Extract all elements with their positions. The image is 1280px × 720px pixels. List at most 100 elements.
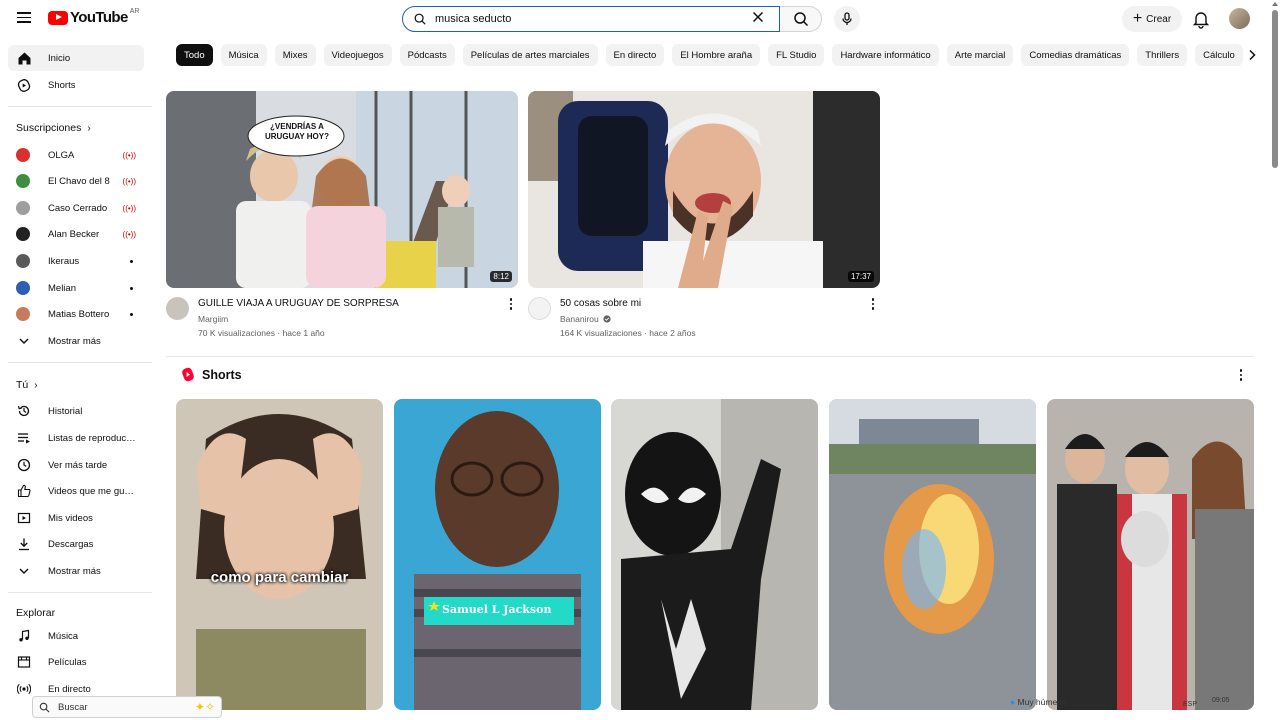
chevron-right-icon bbox=[1249, 49, 1256, 61]
menu-icon-line bbox=[17, 16, 31, 18]
sidebar-item-movies[interactable]: Películas bbox=[8, 649, 144, 675]
chip-mixes[interactable]: Mixes bbox=[274, 44, 316, 66]
channel-avatar bbox=[16, 201, 30, 215]
shorts-heading-label: Shorts bbox=[202, 367, 242, 382]
more-icon-dot bbox=[1239, 373, 1243, 377]
create-label: Crear bbox=[1146, 13, 1172, 25]
sidebar-item-watch-later[interactable]: Ver más tarde bbox=[8, 452, 144, 478]
search-icon bbox=[793, 12, 808, 27]
chip-en-directo[interactable]: En directo bbox=[605, 44, 665, 66]
sidebar-item-subscription[interactable]: Melian bbox=[8, 275, 144, 301]
sidebar-item-my-videos[interactable]: Mis videos bbox=[8, 505, 144, 531]
taskbar-clock[interactable]: 09:05 bbox=[1212, 697, 1230, 704]
you-heading[interactable]: Tú › bbox=[16, 379, 38, 391]
sidebar-item-downloads[interactable]: Descargas bbox=[8, 531, 144, 557]
video-meta: 70 K visualizaciones · hace 1 año bbox=[198, 328, 325, 338]
sidebar-item-subscription[interactable]: Matias Bottero bbox=[8, 301, 144, 327]
search-box[interactable] bbox=[402, 6, 781, 32]
video-menu-button[interactable] bbox=[504, 297, 518, 311]
clear-search-button[interactable] bbox=[749, 10, 767, 28]
channel-avatar[interactable] bbox=[528, 297, 551, 320]
short-card[interactable] bbox=[829, 399, 1036, 710]
scroll-up-icon[interactable] bbox=[1272, 2, 1278, 6]
video-thumbnail[interactable]: ¿VENDRÍAS A URUGUAY HOY? 8:12 bbox=[166, 91, 518, 288]
channel-avatar bbox=[16, 281, 30, 295]
like-icon bbox=[16, 483, 32, 499]
sidebar-item-subscription[interactable]: Caso Cerrado ((•)) bbox=[8, 195, 144, 221]
sidebar-item-label: En directo bbox=[48, 683, 91, 695]
country-code: AR bbox=[129, 8, 140, 15]
sidebar-show-more[interactable]: Mostrar más bbox=[8, 328, 144, 354]
sidebar-show-more[interactable]: Mostrar más bbox=[8, 558, 144, 584]
account-avatar[interactable] bbox=[1229, 8, 1250, 29]
shorts-menu-button[interactable] bbox=[1234, 368, 1248, 382]
chip-todo[interactable]: Todo bbox=[176, 44, 213, 66]
chip-podcasts[interactable]: Pódcasts bbox=[399, 44, 455, 66]
video-channel-name: Bananirou bbox=[560, 314, 599, 324]
sidebar-divider bbox=[8, 592, 152, 593]
sidebar-item-historial[interactable]: Historial bbox=[8, 398, 144, 424]
sidebar-item-subscription[interactable]: Alan Becker ((•)) bbox=[8, 221, 144, 247]
channel-avatar[interactable] bbox=[166, 297, 189, 320]
sidebar-item-label: Ikeraus bbox=[48, 255, 80, 267]
video-menu-button[interactable] bbox=[866, 297, 880, 311]
video-channel[interactable]: Bananirou bbox=[560, 314, 611, 324]
sidebar-item-subscription[interactable]: El Chavo del 8 ((•)) bbox=[8, 168, 144, 194]
chip-fl-studio[interactable]: FL Studio bbox=[768, 44, 825, 66]
sidebar-item-playlists[interactable]: Listas de reproducc... bbox=[8, 425, 144, 451]
subscriptions-heading[interactable]: Suscripciones › bbox=[16, 122, 91, 134]
chip-calculo[interactable]: Cálculo bbox=[1195, 44, 1243, 66]
taskbar-language[interactable]: ESP bbox=[1183, 701, 1197, 708]
history-icon bbox=[16, 403, 32, 419]
sidebar-item-label: Inicio bbox=[48, 52, 71, 64]
menu-icon-line bbox=[17, 21, 31, 23]
youtube-logo[interactable]: YouTube AR bbox=[48, 8, 140, 26]
video-title[interactable]: GUILLE VIAJA A URUGUAY DE SORPRESA bbox=[198, 298, 399, 309]
music-icon bbox=[16, 628, 32, 644]
sidebar-item-subscription[interactable]: OLGA ((•)) bbox=[8, 142, 144, 168]
short-card[interactable] bbox=[1047, 399, 1254, 710]
short-card[interactable]: como para cambiar bbox=[176, 399, 383, 710]
sidebar-item-shorts[interactable]: Shorts bbox=[8, 72, 144, 98]
watch-later-icon bbox=[16, 457, 32, 473]
notifications-button[interactable] bbox=[1190, 8, 1212, 30]
chips-next-button[interactable] bbox=[1244, 46, 1260, 64]
chip-comedias[interactable]: Comedias dramáticas bbox=[1021, 44, 1130, 66]
thumbnail-text-line: URUGUAY HOY? bbox=[264, 132, 329, 141]
movies-icon bbox=[16, 654, 32, 670]
sidebar-item-label: Películas bbox=[48, 656, 87, 668]
filter-chips: Todo Música Mixes Videojuegos Pódcasts P… bbox=[176, 44, 1251, 66]
chip-hombre-arana[interactable]: El Hombre araña bbox=[672, 44, 761, 66]
chip-peliculas-artes-marciales[interactable]: Películas de artes marciales bbox=[462, 44, 598, 66]
short-card[interactable]: Samuel L Jackson bbox=[394, 399, 601, 710]
chip-hardware[interactable]: Hardware informático bbox=[832, 44, 939, 66]
chip-musica[interactable]: Música bbox=[220, 44, 267, 66]
section-divider bbox=[166, 356, 1254, 357]
voice-search-button[interactable] bbox=[834, 6, 860, 32]
search-button[interactable] bbox=[780, 6, 822, 32]
short-caption: como para cambiar bbox=[210, 569, 349, 586]
video-title[interactable]: 50 cosas sobre mi bbox=[560, 298, 641, 309]
scrollbar-thumb[interactable] bbox=[1272, 10, 1278, 168]
page-scrollbar[interactable] bbox=[1270, 0, 1280, 694]
create-button[interactable]: + Crear bbox=[1122, 6, 1182, 32]
sidebar-item-subscription[interactable]: Ikeraus bbox=[8, 248, 144, 274]
video-thumbnail[interactable]: 17:37 bbox=[528, 91, 880, 288]
menu-button[interactable] bbox=[14, 9, 34, 29]
sidebar-item-label: Melian bbox=[48, 282, 76, 294]
chip-thrillers[interactable]: Thrillers bbox=[1137, 44, 1188, 66]
chip-videojuegos[interactable]: Videojuegos bbox=[323, 44, 392, 66]
chip-arte-marcial[interactable]: Arte marcial bbox=[946, 44, 1014, 66]
search-icon bbox=[414, 13, 426, 25]
taskbar-search[interactable]: Buscar ✦✧ bbox=[32, 696, 222, 718]
sidebar-item-music[interactable]: Música bbox=[8, 623, 144, 649]
short-thumbnail bbox=[611, 399, 818, 710]
search-input[interactable] bbox=[435, 13, 745, 25]
short-card[interactable] bbox=[611, 399, 818, 710]
taskbar-weather[interactable]: ● Muy húmedo bbox=[1010, 697, 1067, 707]
sidebar-item-liked-videos[interactable]: Videos que me gus... bbox=[8, 478, 144, 504]
my-videos-icon bbox=[16, 510, 32, 526]
sidebar-item-inicio[interactable]: Inicio bbox=[8, 45, 144, 71]
video-channel[interactable]: Margiim bbox=[198, 314, 228, 324]
taskbar-weather-label: Muy húmedo bbox=[1017, 697, 1067, 707]
